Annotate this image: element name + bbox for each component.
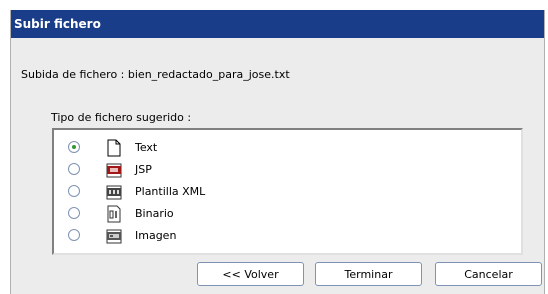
upload-file-line: Subida de fichero : bien_redactado_para_… [21,68,290,81]
finish-button[interactable]: Terminar [315,262,422,286]
radio-button[interactable] [68,185,80,197]
radio-button[interactable] [68,229,80,241]
radio-button[interactable] [68,163,80,175]
image-file-icon [106,227,122,245]
file-type-option-image[interactable]: Imagen [54,225,354,247]
binary-file-icon [106,205,122,223]
file-type-option-xml[interactable]: Plantilla XML [54,181,354,203]
file-type-label-text: Text [135,141,158,154]
xml-template-icon [106,183,122,201]
file-type-option-binary[interactable]: Binario [54,203,354,225]
file-type-label-jsp: JSP [135,163,152,176]
file-type-label-image: Imagen [135,229,177,242]
file-type-list: Text JSP Plantilla XML Binario Imagen [52,128,523,255]
radio-button[interactable] [68,207,80,219]
file-type-label-xml: Plantilla XML [135,185,206,198]
cancel-button[interactable]: Cancelar [435,262,542,286]
jsp-file-icon [106,161,122,179]
dialog-title: Subir fichero [11,10,544,38]
text-file-icon [106,139,122,157]
dialog-frame: Subir fichero Subida de fichero : bien_r… [10,10,545,294]
file-type-label: Tipo de fichero sugerido : [51,111,192,124]
back-button[interactable]: << Volver [197,262,304,286]
radio-button[interactable] [68,141,80,153]
file-type-option-text[interactable]: Text [54,137,354,159]
file-type-label-binary: Binario [135,207,174,220]
file-type-option-jsp[interactable]: JSP [54,159,354,181]
upload-dialog: Subir fichero Subida de fichero : bien_r… [0,0,548,294]
